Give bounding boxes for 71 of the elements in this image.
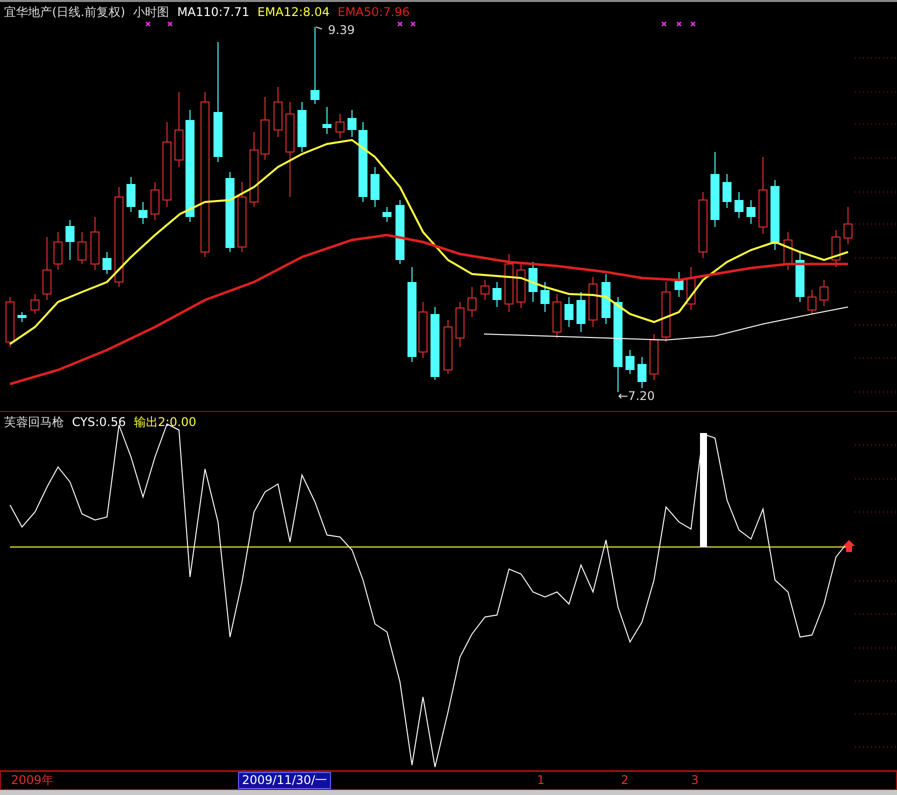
candle bbox=[662, 282, 670, 342]
candle bbox=[480, 280, 490, 300]
candle bbox=[322, 106, 332, 134]
low-price-label: ←7.20 bbox=[618, 389, 655, 403]
date-cursor-label: 2009/11/30/一 bbox=[238, 772, 332, 789]
candle bbox=[30, 294, 40, 314]
candle bbox=[138, 202, 148, 224]
candle bbox=[626, 350, 634, 374]
stock-name: 宜华地产(日线.前复权) bbox=[4, 4, 126, 20]
candle bbox=[516, 262, 526, 308]
candle bbox=[698, 192, 708, 258]
candle bbox=[54, 232, 62, 270]
candle bbox=[18, 312, 26, 322]
candle bbox=[78, 232, 86, 264]
candle bbox=[90, 216, 100, 270]
candle bbox=[6, 296, 14, 348]
month-tick-label: 3 bbox=[691, 773, 699, 788]
candle bbox=[796, 252, 804, 302]
candle bbox=[588, 276, 598, 328]
month-tick-label: 2 bbox=[621, 773, 629, 788]
candle bbox=[552, 294, 562, 338]
candle bbox=[564, 296, 574, 328]
candle bbox=[66, 220, 74, 260]
candle bbox=[844, 206, 852, 244]
candle bbox=[382, 206, 392, 222]
candle bbox=[444, 320, 452, 374]
candle bbox=[734, 192, 744, 218]
candle bbox=[298, 102, 306, 152]
candle bbox=[150, 182, 160, 220]
candle bbox=[504, 254, 514, 312]
candle bbox=[492, 282, 502, 308]
candle bbox=[832, 230, 840, 268]
candle bbox=[370, 166, 380, 208]
high-price-label: 9.39 bbox=[328, 23, 355, 37]
candle bbox=[274, 86, 282, 138]
candle bbox=[468, 286, 476, 318]
candle bbox=[528, 262, 538, 302]
candle bbox=[576, 292, 586, 332]
indicator-name: 芙蓉回马枪 bbox=[4, 414, 64, 430]
candle bbox=[260, 96, 270, 160]
candle bbox=[336, 114, 344, 138]
month-tick-label: 1 bbox=[537, 773, 545, 788]
candle bbox=[102, 252, 112, 274]
year-label: 2009年 bbox=[11, 773, 54, 788]
indicator-value: EMA12:8.04 bbox=[257, 4, 330, 20]
candle bbox=[808, 290, 816, 314]
candle bbox=[396, 200, 404, 264]
indicator-value: MA110:7.71 bbox=[177, 4, 250, 20]
candle bbox=[418, 302, 428, 358]
leader-line bbox=[316, 26, 322, 30]
indicator-value: EMA50:7.96 bbox=[338, 4, 410, 20]
candle bbox=[770, 180, 780, 250]
period-label: 小时图 bbox=[133, 4, 170, 20]
candle bbox=[820, 280, 828, 306]
candle bbox=[784, 232, 792, 270]
candle bbox=[686, 266, 696, 310]
candle bbox=[602, 274, 610, 324]
indicator-value: CYS:0.56 bbox=[72, 414, 126, 430]
candle bbox=[746, 200, 756, 224]
candle bbox=[650, 334, 658, 380]
candle bbox=[722, 174, 732, 208]
up-arrow-icon bbox=[843, 540, 855, 552]
candle bbox=[540, 282, 550, 312]
candle bbox=[348, 110, 356, 138]
indicator-value: 输出2:0.00 bbox=[134, 414, 196, 430]
candle bbox=[126, 176, 136, 212]
candle bbox=[674, 272, 684, 298]
candle bbox=[456, 302, 464, 348]
candle bbox=[42, 236, 52, 300]
candle bbox=[638, 356, 646, 388]
candle bbox=[238, 182, 246, 252]
